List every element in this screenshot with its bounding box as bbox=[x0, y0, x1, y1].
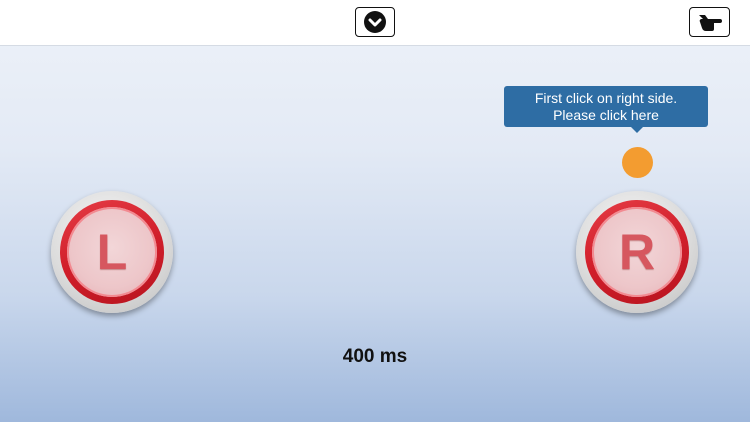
left-button-label: L bbox=[67, 207, 157, 297]
pointing-hand-icon bbox=[698, 15, 722, 31]
right-button-label: R bbox=[592, 207, 682, 297]
left-button[interactable]: L bbox=[51, 191, 173, 313]
tooltip-line-2: Please click here bbox=[553, 107, 659, 123]
hand-pointer-button[interactable] bbox=[689, 7, 730, 37]
top-toolbar bbox=[0, 0, 750, 46]
right-button[interactable]: R bbox=[576, 191, 698, 313]
dropdown-toggle-button[interactable] bbox=[355, 7, 395, 37]
click-target-dot[interactable] bbox=[622, 147, 653, 178]
chevron-down-circle-icon bbox=[364, 11, 386, 33]
tooltip-line-1: First click on right side. bbox=[534, 90, 678, 106]
reaction-time-readout: 400 ms bbox=[342, 346, 408, 367]
instruction-tooltip: First click on right side. Please click … bbox=[504, 86, 708, 133]
